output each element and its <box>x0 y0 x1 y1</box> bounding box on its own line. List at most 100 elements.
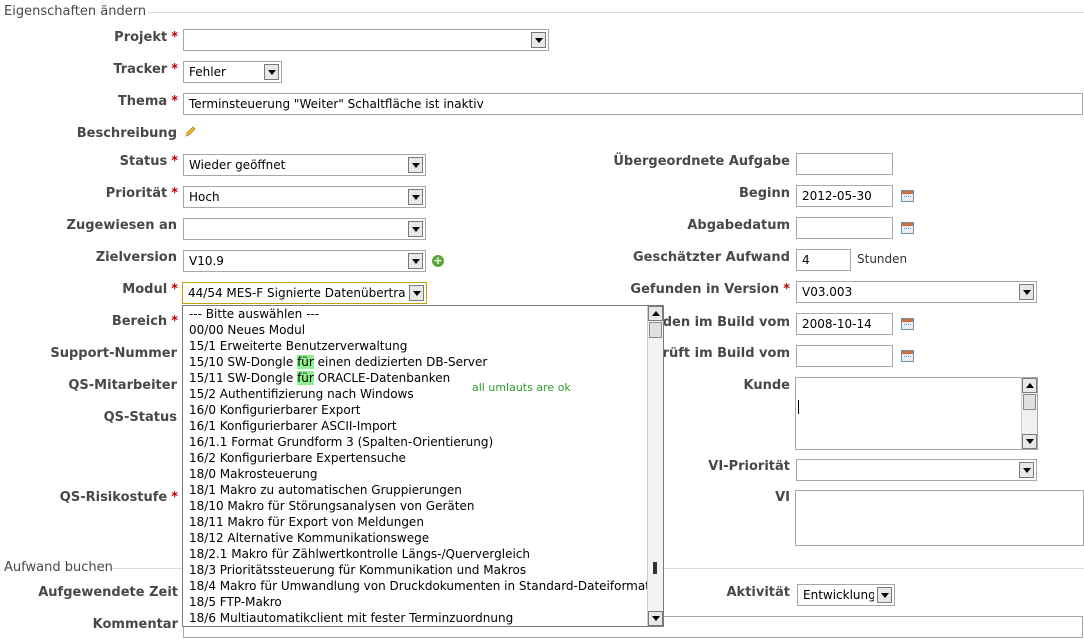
dropdown-scrollbar[interactable] <box>647 306 663 626</box>
label-vi-priority: VI-Priorität <box>708 459 790 474</box>
label-area: Bereich * <box>111 314 178 329</box>
found-build-input[interactable]: 2008-10-14 <box>796 313 893 335</box>
hours-unit: Stunden <box>857 252 908 266</box>
chevron-down-icon <box>408 253 423 269</box>
project-select[interactable] <box>183 29 549 51</box>
label-parent-task: Übergeordnete Aufgabe <box>613 154 790 169</box>
scroll-down-icon[interactable] <box>1022 434 1037 449</box>
label-priority: Priorität * <box>105 186 178 201</box>
chevron-down-icon <box>877 587 892 603</box>
label-comment: Kommentar <box>92 617 178 632</box>
label-assignee: Zugewiesen an <box>66 218 177 233</box>
module-option[interactable]: 18/2.1 Makro für Zählwertkontrolle Längs… <box>189 546 530 562</box>
module-option[interactable]: 16/2 Konfigurierbare Expertensuche <box>189 450 406 466</box>
chevron-down-icon <box>1019 462 1034 478</box>
calendar-icon[interactable] <box>901 190 914 202</box>
calendar-icon[interactable] <box>901 222 914 234</box>
label-found-version: Gefunden in Version * <box>630 282 790 297</box>
scroll-thumb[interactable] <box>1023 394 1036 410</box>
module-option[interactable]: 00/00 Neues Modul <box>189 322 305 338</box>
chevron-down-icon <box>409 285 424 301</box>
label-module: Modul * <box>122 282 178 297</box>
subject-input[interactable]: Terminsteuerung "Weiter" Schaltfläche is… <box>183 93 1083 115</box>
assignee-select[interactable] <box>183 218 426 240</box>
vi-textarea[interactable] <box>795 490 1084 546</box>
divider <box>148 12 1084 13</box>
module-option[interactable]: 18/10 Makro für Störungsanalysen von Ger… <box>189 498 474 514</box>
search-highlight: für <box>297 355 314 369</box>
scroll-thumb[interactable] <box>649 322 662 338</box>
time-legend: Aufwand buchen <box>4 560 113 575</box>
module-option[interactable]: 18/3 Prioritätssteuerung für Kommunikati… <box>189 562 526 578</box>
estimated-input[interactable]: 4 <box>796 249 851 271</box>
target-version-select[interactable]: V10.9 <box>183 250 426 272</box>
text-cursor <box>798 400 799 414</box>
vi-priority-select[interactable] <box>796 459 1037 481</box>
customer-textarea[interactable] <box>795 377 1038 450</box>
scroll-marker <box>653 562 657 574</box>
tracker-select[interactable]: Fehler <box>183 61 282 83</box>
chevron-down-icon <box>408 157 423 173</box>
calendar-icon[interactable] <box>901 350 914 362</box>
textarea-scrollbar[interactable] <box>1021 378 1037 449</box>
label-spent-time: Aufgewendete Zeit <box>38 585 178 600</box>
checked-build-input[interactable] <box>796 345 893 367</box>
module-dropdown-list[interactable]: --- Bitte auswählen --- 00/00 Neues Modul… <box>182 305 664 627</box>
module-option[interactable]: 18/11 Makro für Export von Meldungen <box>189 514 424 530</box>
scroll-up-icon[interactable] <box>648 306 663 321</box>
label-qs-risk: QS-Risikostufe * <box>59 490 178 505</box>
label-estimated: Geschätzter Aufwand <box>632 250 790 265</box>
module-option[interactable]: 18/6 Multiautomatikclient mit fester Ter… <box>189 610 513 626</box>
module-option[interactable]: 18/0 Makrosteuerung <box>189 466 318 482</box>
module-option[interactable]: 16/1 Konfigurierbarer ASCII-Import <box>189 418 397 434</box>
calendar-icon[interactable] <box>901 318 914 330</box>
chevron-down-icon <box>408 221 423 237</box>
pencil-icon[interactable] <box>184 126 196 138</box>
module-option[interactable]: 15/11 SW-Dongle für ORACLE-Datenbanken <box>189 370 450 386</box>
scroll-up-icon[interactable] <box>1022 378 1037 393</box>
label-due-date: Abgabedatum <box>687 218 790 233</box>
label-qs-staff: QS-Mitarbeiter <box>68 378 177 393</box>
label-tracker: Tracker * <box>113 62 178 77</box>
label-found-build: unden im Build vom <box>644 315 790 330</box>
module-option[interactable]: --- Bitte auswählen --- <box>189 306 319 322</box>
module-option[interactable]: 16/1.1 Format Grundform 3 (Spalten-Orien… <box>189 434 493 450</box>
start-date-input[interactable]: 2012-05-30 <box>796 185 893 207</box>
chevron-down-icon <box>531 32 546 48</box>
activity-select[interactable]: Entwicklung <box>797 584 895 606</box>
label-support-number: Support-Nummer <box>50 346 177 361</box>
label-customer: Kunde <box>743 378 790 393</box>
search-highlight: für <box>297 371 314 385</box>
module-option[interactable]: 15/1 Erweiterte Benutzerverwaltung <box>189 338 407 354</box>
module-option[interactable]: 18/5 FTP-Makro <box>189 594 282 610</box>
chevron-down-icon <box>264 64 279 80</box>
label-activity: Aktivität <box>726 585 790 600</box>
found-version-select[interactable]: V03.003 <box>796 281 1037 303</box>
chevron-down-icon <box>408 189 423 205</box>
umlaut-note: all umlauts are ok <box>472 381 571 394</box>
label-description: Beschreibung <box>76 126 177 141</box>
module-option[interactable]: 18/1 Makro zu automatischen Gruppierunge… <box>189 482 462 498</box>
chevron-down-icon <box>1019 284 1034 300</box>
add-version-icon[interactable]: + <box>432 255 444 267</box>
module-option[interactable]: 18/12 Alternative Kommunikationswege <box>189 530 429 546</box>
priority-select[interactable]: Hoch <box>183 186 426 208</box>
label-project: Projekt * <box>114 30 178 45</box>
module-option[interactable]: 15/2 Authentifizierung nach Windows <box>189 386 414 402</box>
module-select[interactable]: 44/54 MES-F Signierte Datenübertrag <box>182 282 427 304</box>
label-checked-build: eprüft im Build vom <box>644 346 790 361</box>
parent-task-input[interactable] <box>796 153 893 175</box>
label-target-version: Zielversion <box>95 250 177 265</box>
module-option[interactable]: 18/4 Makro für Umwandlung von Druckdokum… <box>189 578 657 594</box>
label-start-date: Beginn <box>739 186 790 201</box>
module-option[interactable]: 16/0 Konfigurierbarer Export <box>189 402 360 418</box>
scroll-down-icon[interactable] <box>648 611 663 626</box>
label-subject: Thema * <box>117 94 178 109</box>
label-qs-status: QS-Status <box>103 410 177 425</box>
label-status: Status * <box>119 154 178 169</box>
due-date-input[interactable] <box>796 217 893 239</box>
module-option[interactable]: 15/10 SW-Dongle für einen dedizierten DB… <box>189 354 487 370</box>
status-select[interactable]: Wieder geöffnet <box>183 154 426 176</box>
properties-legend: Eigenschaften ändern <box>4 4 147 19</box>
label-vi: VI <box>775 490 790 505</box>
